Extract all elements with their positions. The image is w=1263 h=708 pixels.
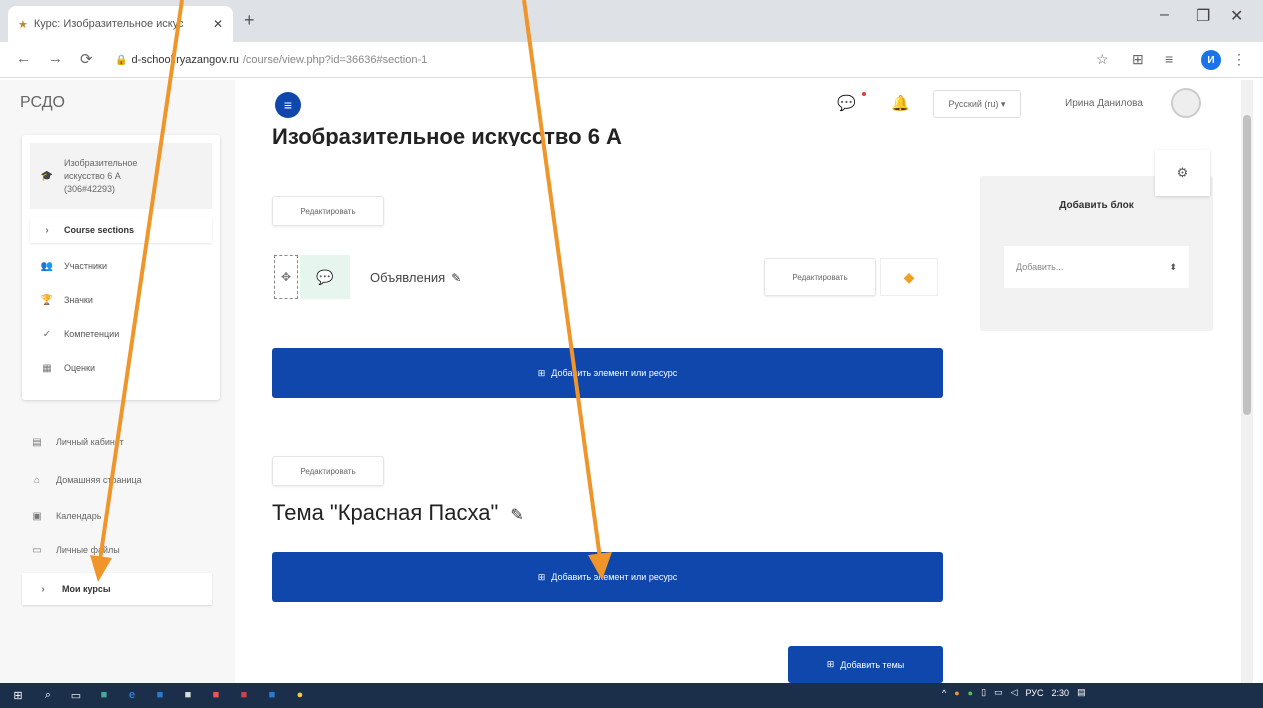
tray-icon[interactable]: ▯ (981, 687, 986, 698)
annotation-arrow-1 (98, 0, 184, 561)
tray-icon[interactable]: ▭ (994, 687, 1003, 698)
system-tray: ^ ● ● ▯ ▭ ◁ РУС 2:30 ▤ (942, 687, 1086, 698)
task-view-icon[interactable]: ▭ (68, 687, 84, 703)
tray-time[interactable]: 2:30 (1052, 688, 1070, 698)
chrome-icon[interactable]: ● (292, 687, 308, 703)
annotation-arrow-2 (522, 0, 602, 559)
windows-taskbar: ⊞ ⌕ ▭ ■ e ■ ■ ■ ■ ■ ● ^ ● ● ▯ ▭ ◁ РУС 2:… (0, 683, 1263, 708)
annotation-arrowhead-1 (90, 555, 112, 582)
annotation-arrowhead-2 (588, 552, 612, 580)
app-icon[interactable]: ■ (208, 687, 224, 703)
app-icon[interactable]: ■ (264, 687, 280, 703)
windows-start-icon[interactable]: ⊞ (10, 687, 26, 703)
volume-icon[interactable]: ◁ (1011, 687, 1018, 698)
tray-icon[interactable]: ^ (942, 688, 946, 698)
tray-lang[interactable]: РУС (1026, 688, 1044, 698)
tray-icon[interactable]: ● (968, 688, 973, 698)
tray-icon[interactable]: ● (954, 688, 959, 698)
annotation-arrows (90, 0, 612, 582)
app-icon[interactable]: ■ (152, 687, 168, 703)
app-icon[interactable]: ■ (180, 687, 196, 703)
app-icon[interactable]: ■ (236, 687, 252, 703)
edge-icon[interactable]: e (124, 687, 140, 703)
search-icon[interactable]: ⌕ (40, 687, 56, 703)
app-icon[interactable]: ■ (96, 687, 112, 703)
notifications-icon[interactable]: ▤ (1077, 687, 1086, 698)
